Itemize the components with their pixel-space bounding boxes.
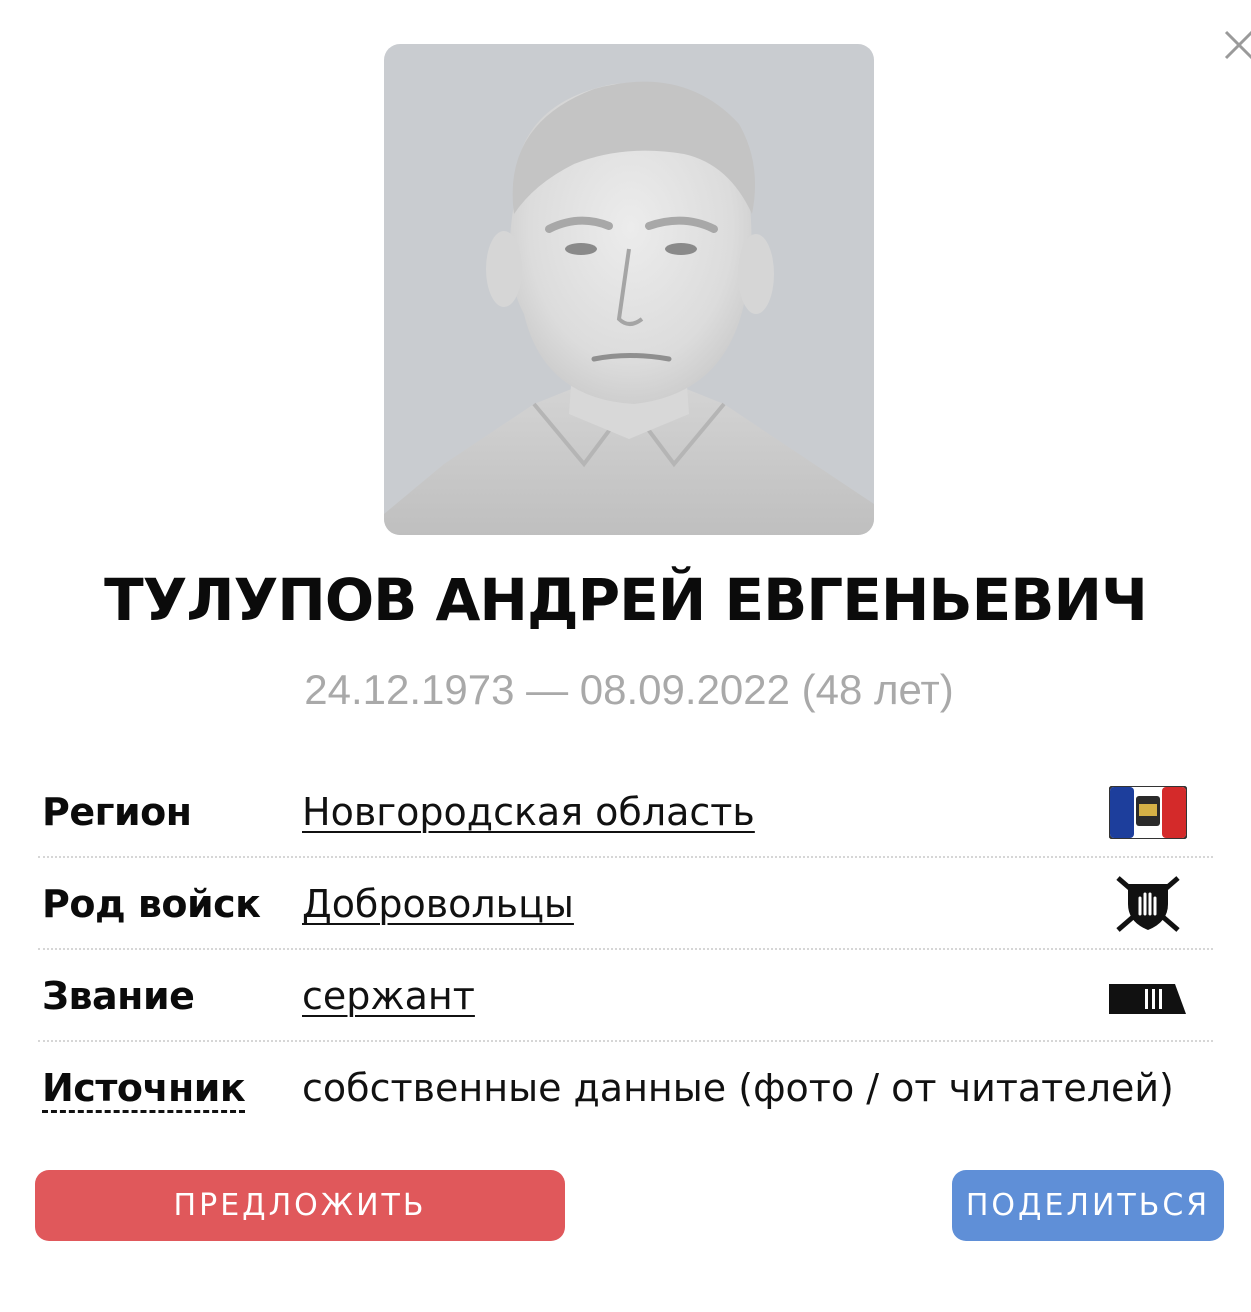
detail-row-source: Источник собственные данные (фото / от ч… xyxy=(38,1042,1213,1134)
close-icon xyxy=(1224,30,1251,60)
sergeant-rank-icon[interactable] xyxy=(1109,983,1187,1015)
close-button[interactable] xyxy=(1222,26,1251,66)
detail-row-rank: Звание сержант xyxy=(38,950,1213,1042)
portrait-image xyxy=(384,81,874,535)
detail-row-troops: Род войск Добровольцы xyxy=(38,858,1213,950)
troops-link[interactable]: Добровольцы xyxy=(302,858,574,950)
suggest-corrections-button[interactable]: ПРЕДЛОЖИТЬ ИСПРАВЛЕНИЯ xyxy=(35,1170,565,1294)
detail-label: Род войск xyxy=(42,882,261,926)
detail-label: Звание xyxy=(42,974,195,1018)
person-name: ТУЛУПОВ АНДРЕЙ ЕВГЕНЬЕВИЧ xyxy=(104,566,1148,634)
portrait-photo xyxy=(384,44,874,535)
detail-label: Регион xyxy=(42,790,192,834)
region-flag-icon[interactable] xyxy=(1109,786,1187,839)
region-link[interactable]: Новгородская область xyxy=(302,766,755,858)
life-dates: 24.12.1973 — 08.09.2022 (48 лет) xyxy=(304,666,954,713)
detail-row-region: Регион Новгородская область xyxy=(38,766,1213,858)
rank-link[interactable]: сержант xyxy=(302,950,475,1042)
source-value: собственные данные (фото / от читателей) xyxy=(302,1066,1174,1110)
volunteers-emblem-icon[interactable] xyxy=(1112,874,1184,934)
source-label[interactable]: Источник xyxy=(42,1066,246,1113)
share-button[interactable]: ПОДЕЛИТЬСЯ xyxy=(952,1170,1224,1241)
